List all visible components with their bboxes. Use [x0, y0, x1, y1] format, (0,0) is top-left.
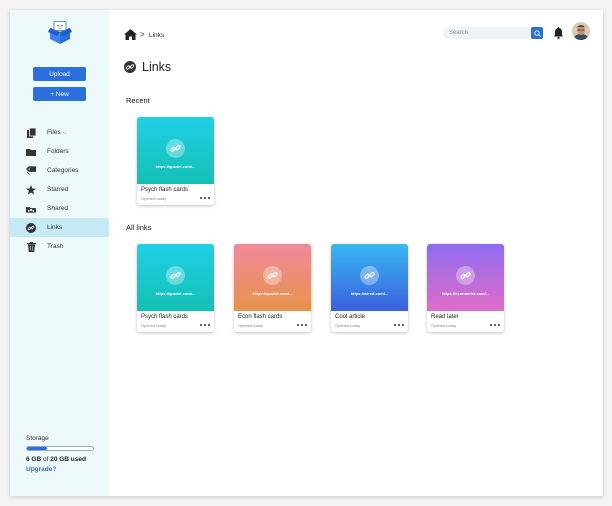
sidebar-item-shared[interactable]: Shared	[10, 199, 109, 218]
breadcrumb-separator: >	[140, 30, 145, 39]
storage-total-value: 20 GB used	[50, 456, 86, 463]
link-name: Read later	[431, 314, 459, 320]
link-icon	[26, 222, 36, 233]
link-card[interactable]: https://quizlet.com/... Econ flash cards O…	[234, 244, 311, 332]
more-options-icon[interactable]	[297, 323, 307, 327]
shared-icon	[26, 204, 36, 214]
more-options-icon[interactable]	[490, 323, 500, 327]
link-card[interactable]: https://wired.com/... Cool article Opened …	[331, 244, 408, 332]
link-card[interactable]: https://economist.com/... Read later Opene…	[427, 244, 504, 332]
link-opened-time: Opened today	[141, 196, 167, 201]
storage-used-text: 6 GB of 20 GB used	[26, 456, 98, 463]
link-url: https://economist.com/...	[441, 291, 490, 296]
link-name: Psych flash cards	[141, 314, 189, 320]
search-input[interactable]	[443, 27, 532, 39]
link-url: https://quizlet.com/...	[155, 291, 196, 296]
page-title: Links	[124, 60, 171, 74]
sidebar-item-label: Categories	[47, 167, 79, 174]
upgrade-link[interactable]: Upgrade?	[26, 466, 98, 473]
storage-panel: Storage 6 GB of 20 GB used Upgrade?	[26, 435, 98, 473]
sidebar-item-folders[interactable]: Folders	[10, 142, 109, 161]
files-icon	[26, 127, 36, 138]
link-icon	[360, 266, 379, 285]
page-title-text: Links	[142, 60, 172, 74]
tag-icon	[26, 166, 36, 176]
top-bar: > Links	[109, 10, 603, 56]
more-options-icon[interactable]	[200, 323, 210, 327]
link-opened-time: Opened today	[431, 323, 457, 328]
link-opened-time: Opened today	[238, 323, 264, 328]
box-logo-icon	[48, 21, 72, 44]
app-window: Upload + New Files ⌵ Folders Categories …	[10, 10, 603, 496]
trash-icon	[26, 241, 36, 252]
sidebar-item-starred[interactable]: Starred	[10, 180, 109, 199]
link-card[interactable]: https://quizlet.com/... Psych flash cards…	[137, 117, 214, 205]
link-name: Psych flash cards	[141, 187, 189, 193]
recent-heading: Recent	[126, 96, 150, 105]
link-icon	[166, 139, 185, 158]
search-button[interactable]	[531, 27, 543, 39]
main-content: > Links Search Links Recent https://quiz…	[109, 10, 603, 496]
all-links-heading: All links	[126, 223, 152, 232]
link-url: https://quizlet.com/...	[252, 291, 293, 296]
avatar[interactable]	[572, 22, 590, 40]
sidebar-nav: Files ⌵ Folders Categories Starred Share…	[10, 123, 109, 256]
storage-progress-fill	[27, 447, 47, 450]
link-icon	[456, 266, 475, 285]
chevron-down-icon: ⌵	[62, 129, 67, 136]
sidebar-item-label: Trash	[47, 243, 64, 250]
breadcrumb[interactable]: Links	[149, 32, 164, 39]
sidebar-item-label: Links	[47, 224, 63, 231]
sidebar-item-label: Files	[47, 129, 61, 136]
new-button[interactable]: + New	[33, 87, 86, 101]
sidebar-item-categories[interactable]: Categories	[10, 161, 109, 180]
more-options-icon[interactable]	[394, 323, 404, 327]
upload-button[interactable]: Upload	[33, 67, 86, 81]
sidebar-item-label: Starred	[47, 186, 69, 193]
link-icon	[124, 61, 136, 73]
star-icon	[26, 184, 36, 195]
sidebar-item-label: Folders	[47, 148, 69, 155]
sidebar-item-trash[interactable]: Trash	[10, 237, 109, 256]
home-icon[interactable]	[124, 29, 137, 40]
folder-icon	[26, 147, 36, 157]
link-name: Econ flash cards	[238, 314, 283, 320]
link-opened-time: Opened today	[335, 323, 361, 328]
sidebar-item-label: Shared	[47, 205, 68, 212]
sidebar: Upload + New Files ⌵ Folders Categories …	[10, 10, 109, 496]
link-url: https://quizlet.com/...	[155, 164, 196, 169]
link-url: https://wired.com/...	[350, 291, 389, 296]
sidebar-item-files[interactable]: Files ⌵	[10, 123, 109, 142]
link-name: Cool article	[335, 314, 366, 320]
link-opened-time: Opened today	[141, 323, 167, 328]
search-icon	[533, 29, 541, 37]
link-icon	[166, 266, 185, 285]
storage-progress-bar	[26, 446, 94, 451]
storage-of-text: of	[42, 456, 49, 463]
storage-used-value: 6 GB	[26, 456, 42, 463]
link-icon	[263, 266, 282, 285]
sidebar-item-links[interactable]: Links	[10, 218, 109, 237]
storage-label: Storage	[26, 435, 49, 442]
bell-icon[interactable]	[553, 27, 564, 39]
link-card[interactable]: https://quizlet.com/... Psych flash cards…	[137, 244, 214, 332]
more-options-icon[interactable]	[200, 196, 210, 200]
